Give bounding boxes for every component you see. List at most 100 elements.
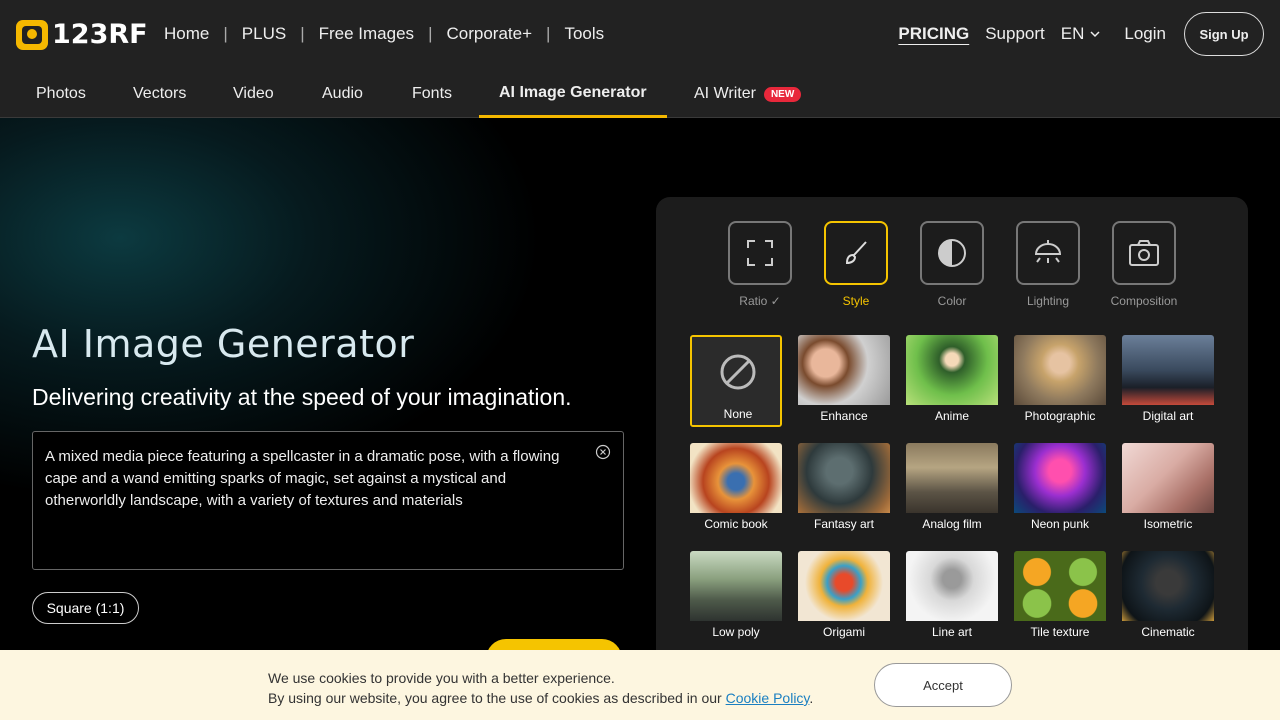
nav-separator: |: [300, 24, 305, 43]
option-color-label: Color: [937, 294, 967, 308]
cookie-policy-link[interactable]: Cookie Policy: [726, 690, 810, 706]
style-analog-film[interactable]: Analog film: [906, 443, 998, 535]
option-style-label: Style: [842, 294, 870, 308]
right-nav: PRICING Support EN Login Sign Up: [898, 12, 1264, 56]
pricing-link[interactable]: PRICING: [898, 24, 969, 44]
prompt-input[interactable]: A mixed media piece featuring a spellcas…: [32, 431, 624, 570]
style-label: Isometric: [1122, 513, 1214, 535]
page-title: AI Image Generator: [32, 322, 415, 366]
style-origami[interactable]: Origami: [798, 551, 890, 643]
language-label: EN: [1060, 24, 1085, 43]
nav-tools[interactable]: Tools: [564, 24, 604, 44]
style-none-preview: [692, 337, 780, 407]
option-composition-box: [1112, 221, 1176, 285]
option-lighting-label: Lighting: [1026, 294, 1070, 308]
style-neon-punk[interactable]: Neon punk: [1014, 443, 1106, 535]
option-lighting[interactable]: Lighting: [1000, 221, 1096, 308]
tab-audio[interactable]: Audio: [322, 70, 363, 118]
style-thumbnail: [906, 335, 998, 405]
accept-cookies-button[interactable]: Accept: [874, 663, 1012, 707]
logo[interactable]: 123RF: [16, 19, 148, 50]
style-thumbnail: [690, 551, 782, 621]
signup-button[interactable]: Sign Up: [1184, 12, 1264, 56]
style-label: None: [692, 403, 780, 425]
style-photographic[interactable]: Photographic: [1014, 335, 1106, 427]
style-thumbnail: [906, 443, 998, 513]
style-tile-texture[interactable]: Tile texture: [1014, 551, 1106, 643]
tab-ai-writer-label: AI Writer: [694, 85, 756, 102]
brush-icon: [845, 241, 867, 265]
lamp-icon: [1034, 240, 1062, 263]
style-label: Comic book: [690, 513, 782, 535]
style-low-poly[interactable]: Low poly: [690, 551, 782, 643]
style-cinematic[interactable]: Cinematic: [1122, 551, 1214, 643]
style-label: Tile texture: [1014, 621, 1106, 643]
style-line-art[interactable]: Line art: [906, 551, 998, 643]
cookie-line-2: By using our website, you agree to the u…: [268, 690, 814, 706]
check-icon: ✓: [770, 294, 781, 308]
option-lighting-box: [1016, 221, 1080, 285]
tab-video[interactable]: Video: [233, 70, 274, 118]
prohibited-icon: [720, 354, 756, 390]
hero-section: AI Image Generator Delivering creativity…: [0, 118, 1280, 720]
camera-icon: [1129, 240, 1159, 266]
options-panel: Ratio ✓ Style Color Lighting Composition: [656, 197, 1248, 720]
login-link[interactable]: Login: [1124, 24, 1166, 44]
option-composition[interactable]: Composition: [1096, 221, 1192, 308]
prompt-text: A mixed media piece featuring a spellcas…: [45, 448, 560, 509]
style-label: Neon punk: [1014, 513, 1106, 535]
aspect-ratio-button[interactable]: Square (1:1): [32, 592, 139, 624]
page-subtitle: Delivering creativity at the speed of yo…: [32, 384, 572, 410]
nav-separator: |: [428, 24, 433, 43]
top-header: 123RF Home | PLUS | Free Images | Corpor…: [0, 0, 1280, 70]
style-label: Origami: [798, 621, 890, 643]
tab-ai-writer[interactable]: AI Writer NEW: [694, 70, 802, 118]
option-color-box: [920, 221, 984, 285]
nav-separator: |: [223, 24, 228, 43]
style-thumbnail: [1122, 443, 1214, 513]
style-label: Enhance: [798, 405, 890, 427]
nav-corporate-plus[interactable]: Corporate+: [446, 24, 532, 44]
option-style[interactable]: Style: [808, 221, 904, 308]
language-selector[interactable]: EN: [1061, 24, 1101, 44]
option-ratio[interactable]: Ratio ✓: [712, 221, 808, 308]
clear-icon[interactable]: [595, 444, 611, 460]
style-thumbnail: [690, 443, 782, 513]
option-ratio-box: [728, 221, 792, 285]
style-enhance[interactable]: Enhance: [798, 335, 890, 427]
cookie-line-1: We use cookies to provide you with a bet…: [268, 670, 615, 686]
style-label: Digital art: [1122, 405, 1214, 427]
tab-fonts[interactable]: Fonts: [412, 70, 452, 118]
cookie-banner: We use cookies to provide you with a bet…: [0, 650, 1280, 720]
logo-text: 123RF: [52, 19, 148, 50]
style-fantasy-art[interactable]: Fantasy art: [798, 443, 890, 535]
support-link[interactable]: Support: [985, 24, 1045, 44]
cookie-message: We use cookies to provide you with a bet…: [268, 668, 813, 708]
tab-vectors[interactable]: Vectors: [133, 70, 186, 118]
option-ratio-label: Ratio ✓: [739, 294, 781, 308]
tab-photos[interactable]: Photos: [36, 70, 86, 118]
style-thumbnail: [1014, 551, 1106, 621]
option-color[interactable]: Color: [904, 221, 1000, 308]
style-comic-book[interactable]: Comic book: [690, 443, 782, 535]
new-badge: NEW: [763, 86, 802, 102]
style-label: Fantasy art: [798, 513, 890, 535]
style-thumbnail: [798, 551, 890, 621]
nav-separator: |: [546, 24, 551, 43]
tab-ai-image-generator[interactable]: AI Image Generator: [479, 70, 667, 118]
camera-logo-icon: [16, 19, 48, 50]
style-thumbnail: [1014, 335, 1106, 405]
nav-home[interactable]: Home: [164, 24, 209, 44]
nav-free-images[interactable]: Free Images: [319, 24, 414, 44]
style-thumbnail: [1014, 443, 1106, 513]
style-none[interactable]: None: [690, 335, 782, 427]
style-thumbnail: [1122, 551, 1214, 621]
nav-plus[interactable]: PLUS: [242, 24, 286, 44]
style-label: Photographic: [1014, 405, 1106, 427]
style-digital-art[interactable]: Digital art: [1122, 335, 1214, 427]
style-isometric[interactable]: Isometric: [1122, 443, 1214, 535]
style-label: Analog film: [906, 513, 998, 535]
style-anime[interactable]: Anime: [906, 335, 998, 427]
contrast-icon: [938, 239, 966, 267]
option-style-box: [824, 221, 888, 285]
